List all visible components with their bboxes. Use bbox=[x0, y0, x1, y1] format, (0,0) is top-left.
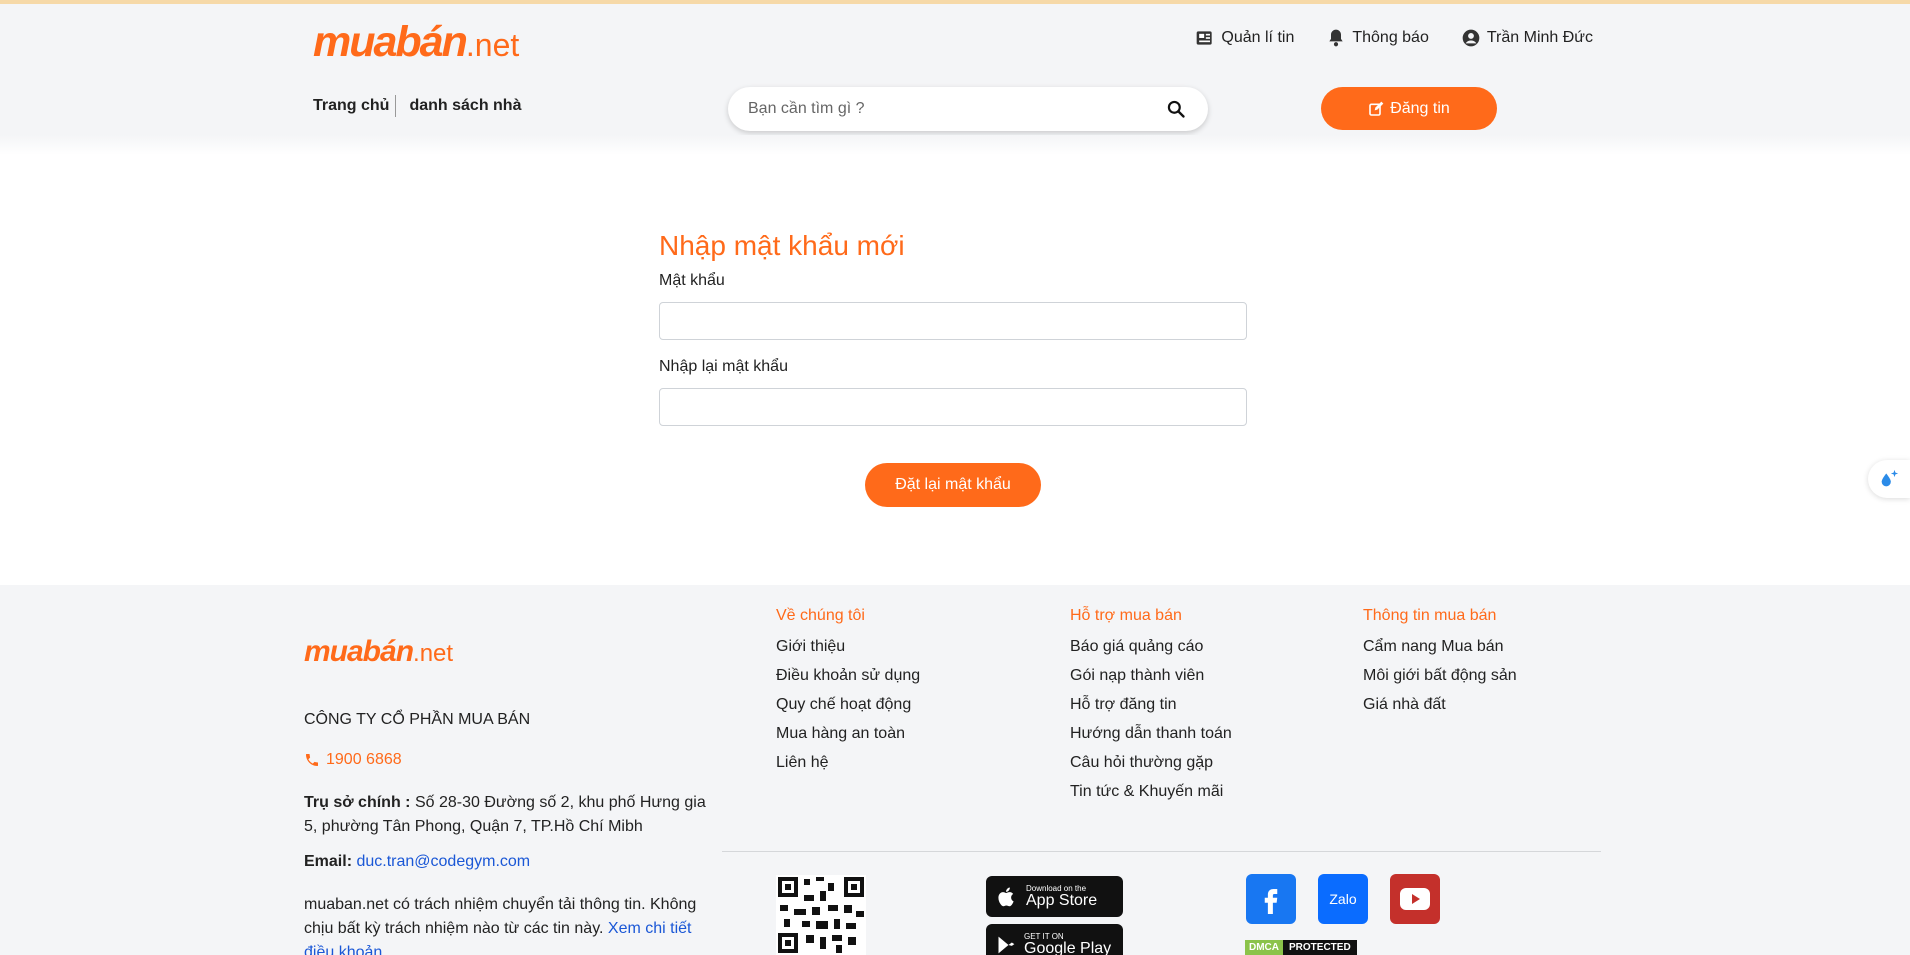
footer-link[interactable]: Cẩm nang Mua bán bbox=[1363, 632, 1517, 661]
facebook-icon bbox=[1264, 889, 1278, 914]
search-bar bbox=[728, 87, 1208, 131]
ai-sparkle-icon bbox=[1881, 469, 1899, 487]
manage-posts-link[interactable]: Quản lí tin bbox=[1195, 28, 1294, 48]
google-play-icon bbox=[998, 936, 1015, 953]
footer-link[interactable]: Liên hệ bbox=[776, 748, 920, 777]
notifications-link[interactable]: Thông báo bbox=[1326, 28, 1429, 48]
footer-logo[interactable]: muabán.net bbox=[304, 635, 453, 669]
footer-link[interactable]: Quy chế hoạt động bbox=[776, 690, 920, 719]
footer-link[interactable]: Điều khoản sử dụng bbox=[776, 661, 920, 690]
confirm-password-field[interactable] bbox=[660, 389, 1246, 425]
email-label: Email: bbox=[304, 853, 353, 870]
contact-email: Email: duc.tran@codegym.com bbox=[304, 853, 530, 871]
header-shadow bbox=[0, 135, 1910, 155]
edit-icon bbox=[1369, 101, 1384, 116]
newspaper-icon bbox=[1197, 31, 1213, 45]
page-title: Nhập mật khẩu mới bbox=[659, 230, 905, 261]
post-listing-label: Đăng tin bbox=[1390, 99, 1450, 117]
column-title: Về chúng tôi bbox=[776, 607, 865, 624]
dmca-label: DMCA bbox=[1245, 940, 1283, 955]
breadcrumb-home[interactable]: Trang chủ bbox=[313, 97, 389, 115]
footer-link[interactable]: Giá nhà đất bbox=[1363, 690, 1517, 719]
search-icon[interactable] bbox=[1166, 99, 1186, 119]
facebook-link[interactable] bbox=[1246, 874, 1296, 924]
disclaimer: muaban.net có trách nhiệm chuyển tải thô… bbox=[304, 893, 714, 955]
footer-link[interactable]: Hướng dẫn thanh toán bbox=[1070, 719, 1232, 748]
confirm-password-label: Nhập lại mật khẩu bbox=[659, 358, 788, 375]
site-logo[interactable]: muabán.net bbox=[313, 18, 519, 67]
reset-password-form: Nhập mật khẩu mới Mật khẩu Nhập lại mật … bbox=[659, 230, 1247, 507]
footer-logo-tld: .net bbox=[413, 640, 454, 667]
notifications-label: Thông báo bbox=[1352, 29, 1429, 46]
apple-icon bbox=[998, 887, 1014, 906]
floating-assistant-button[interactable] bbox=[1868, 460, 1910, 498]
user-name: Trần Minh Đức bbox=[1486, 29, 1593, 46]
footer-column-info: Thông tin mua bán Cẩm nang Mua bán Môi g… bbox=[1363, 607, 1517, 719]
password-field[interactable] bbox=[660, 303, 1246, 339]
company-name: CÔNG TY CỔ PHẦN MUA BÁN bbox=[304, 711, 531, 728]
footer-link[interactable]: Gói nạp thành viên bbox=[1070, 661, 1232, 690]
app-store-big: App Store bbox=[1026, 892, 1098, 909]
hotline-number: 1900 6868 bbox=[326, 751, 402, 768]
hotline[interactable]: 1900 6868 bbox=[304, 751, 402, 769]
footer-link[interactable]: Báo giá quảng cáo bbox=[1070, 632, 1232, 661]
footer-column-support: Hỗ trợ mua bán Báo giá quảng cáo Gói nạp… bbox=[1070, 607, 1232, 806]
breadcrumb: Trang chủ danh sách nhà bbox=[313, 95, 521, 117]
search-input[interactable] bbox=[748, 87, 1148, 131]
post-listing-button[interactable]: Đăng tin bbox=[1321, 87, 1497, 130]
footer-divider bbox=[722, 851, 1601, 852]
footer-logo-brand: muabán bbox=[304, 635, 414, 668]
dmca-badge[interactable]: DMCA PROTECTED bbox=[1245, 940, 1363, 955]
logo-tld: .net bbox=[465, 27, 520, 63]
head-office-address: Trụ sở chính : Số 28-30 Đường số 2, khu … bbox=[304, 791, 714, 839]
password-label: Mật khẩu bbox=[659, 272, 725, 289]
footer-column-about: Về chúng tôi Giới thiệu Điều khoản sử dụ… bbox=[776, 607, 920, 777]
qr-code-icon bbox=[776, 875, 866, 955]
password-field-box bbox=[659, 302, 1247, 340]
google-play-button[interactable]: GET IT ON Google Play bbox=[986, 924, 1123, 955]
email-link[interactable]: duc.tran@codegym.com bbox=[356, 853, 530, 870]
footer-link[interactable]: Hỗ trợ đăng tin bbox=[1070, 690, 1232, 719]
reset-password-button[interactable]: Đặt lại mật khẩu bbox=[865, 463, 1041, 507]
app-store-button[interactable]: Download on the App Store bbox=[986, 876, 1123, 917]
youtube-link[interactable] bbox=[1390, 874, 1440, 924]
footer-link[interactable]: Câu hỏi thường gặp bbox=[1070, 748, 1232, 777]
dmca-protected-label: PROTECTED bbox=[1283, 940, 1357, 955]
site-footer: muabán.net CÔNG TY CỔ PHẦN MUA BÁN 1900 … bbox=[0, 585, 1910, 955]
breadcrumb-separator bbox=[395, 95, 397, 117]
zalo-link[interactable]: Zalo bbox=[1318, 874, 1368, 924]
footer-link[interactable]: Tin tức & Khuyến mãi bbox=[1070, 777, 1232, 806]
top-links: Quản lí tin Thông báo Trần Minh Đức bbox=[1195, 28, 1593, 48]
user-menu[interactable]: Trần Minh Đức bbox=[1461, 28, 1593, 48]
logo-brand: muabán bbox=[313, 18, 468, 66]
footer-link[interactable]: Môi giới bất động sản bbox=[1363, 661, 1517, 690]
column-title: Hỗ trợ mua bán bbox=[1070, 607, 1182, 624]
breadcrumb-house-list[interactable]: danh sách nhà bbox=[409, 97, 521, 115]
site-header: muabán.net Quản lí tin Thông báo Trần Mi… bbox=[0, 4, 1910, 135]
google-play-big: Google Play bbox=[1024, 940, 1112, 955]
manage-posts-label: Quản lí tin bbox=[1221, 29, 1295, 46]
footer-link[interactable]: Mua hàng an toàn bbox=[776, 719, 920, 748]
phone-icon bbox=[306, 754, 318, 766]
user-circle-icon bbox=[1462, 29, 1480, 47]
youtube-icon bbox=[1400, 888, 1430, 910]
address-label: Trụ sở chính : bbox=[304, 794, 411, 811]
bell-icon bbox=[1329, 29, 1344, 47]
column-title: Thông tin mua bán bbox=[1363, 607, 1497, 624]
footer-link[interactable]: Giới thiệu bbox=[776, 632, 920, 661]
confirm-password-field-box bbox=[659, 388, 1247, 426]
zalo-icon: Zalo bbox=[1329, 891, 1357, 907]
